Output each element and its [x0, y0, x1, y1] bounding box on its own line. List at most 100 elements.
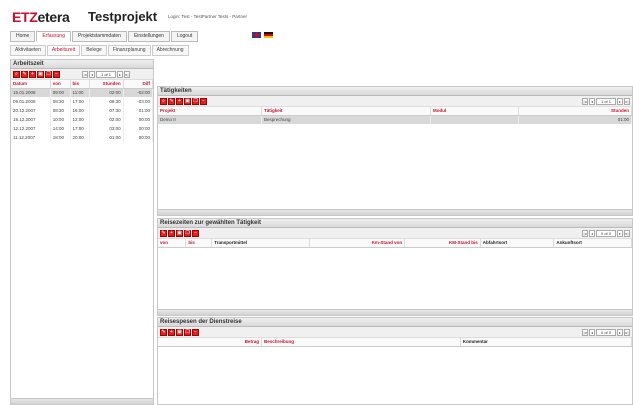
tab-arbeitszeit[interactable]: Arbeitszeit: [46, 45, 81, 56]
arbeitszeit-title: Arbeitszeit: [11, 60, 153, 69]
prev-page-icon[interactable]: ◂: [589, 98, 595, 105]
first-page-icon[interactable]: |◂: [82, 71, 88, 78]
last-page-icon[interactable]: ▸|: [624, 230, 630, 237]
edit-icon[interactable]: ✎: [21, 71, 28, 78]
col-transportmittel[interactable]: Transportmittel: [211, 239, 310, 248]
last-page-icon[interactable]: ▸|: [624, 329, 630, 336]
page-indicator[interactable]: 0 of 0: [596, 230, 616, 237]
table-row[interactable]: 12.12.2007 14:00 17:00 03:00 00:00: [11, 124, 153, 133]
search-icon[interactable]: ⌕: [13, 71, 20, 78]
col-bis[interactable]: bis: [185, 239, 213, 248]
edit-icon[interactable]: ✎: [168, 98, 175, 105]
col-abfahrtsort[interactable]: Abfahrtsort: [480, 239, 555, 248]
add-icon[interactable]: +: [168, 329, 175, 336]
nav-einstellungen[interactable]: Einstellungen: [127, 31, 170, 42]
col-von[interactable]: von: [50, 80, 71, 89]
save-icon[interactable]: ▣: [176, 329, 183, 336]
nav-erfassung[interactable]: Erfassung: [36, 31, 71, 42]
table-row[interactable]: 15.01.2008 09:00 11:00 02:00 -02:00: [11, 88, 153, 97]
german-flag-icon[interactable]: [264, 32, 273, 38]
project-title: Testprojekt: [88, 9, 158, 24]
prev-page-icon[interactable]: ◂: [589, 230, 595, 237]
reisezeiten-title: Reisezeiten zur gewählten Tätigkeit: [158, 219, 632, 228]
copy-icon[interactable]: ❐: [45, 71, 52, 78]
arbeitszeit-pager: |◂ ◂ 1 of 1 ▸ ▸|: [82, 71, 130, 78]
col-projekt[interactable]: Projekt: [158, 107, 262, 116]
taetigkeiten-pager: |◂ ◂ 1 of 1 ▸ ▸|: [582, 98, 630, 105]
nav-projektstammdaten[interactable]: Projektstammdaten: [71, 31, 127, 42]
reisezeiten-pager: |◂ ◂ 0 of 0 ▸ ▸|: [582, 230, 630, 237]
first-page-icon[interactable]: |◂: [582, 98, 588, 105]
taetigkeiten-toolbar: ⌕ ✎ + ▣ ❐ − |◂ ◂ 1 of 1 ▸ ▸|: [158, 96, 632, 107]
col-km-stand-bis[interactable]: KM-Stand bis: [404, 239, 481, 248]
col-beschreibung[interactable]: Beschreibung: [261, 338, 461, 347]
taetigkeiten-table: Projekt Tätigkeit Modul Stunden Demo II B…: [158, 107, 632, 124]
col-ankunftsort[interactable]: Ankunftsort: [553, 239, 632, 248]
next-page-icon[interactable]: ▸: [617, 329, 623, 336]
col-bis[interactable]: bis: [70, 80, 91, 89]
next-page-icon[interactable]: ▸: [617, 230, 623, 237]
col-datum[interactable]: Datum: [11, 80, 51, 89]
add-icon[interactable]: +: [168, 230, 175, 237]
save-icon[interactable]: ▣: [184, 98, 191, 105]
arbeitszeit-panel: Arbeitszeit ⌕ ✎ + ▣ ❐ − |◂ ◂ 1 of 1 ▸ ▸|…: [10, 59, 154, 405]
table-row[interactable]: Demo II Besprechung 01:00: [158, 115, 632, 124]
table-row[interactable]: 19.12.2007 10:00 12:00 02:00 00:00: [11, 115, 153, 124]
first-page-icon[interactable]: |◂: [582, 230, 588, 237]
reisespesen-title: Reisespesen der Dienstreise: [158, 318, 632, 327]
delete-icon[interactable]: −: [192, 230, 199, 237]
col-diff[interactable]: Diff: [123, 80, 153, 89]
page-indicator[interactable]: 1 of 1: [596, 98, 616, 105]
reisespesen-pager: |◂ ◂ 0 of 0 ▸ ▸|: [582, 329, 630, 336]
last-page-icon[interactable]: ▸|: [624, 98, 630, 105]
delete-icon[interactable]: −: [53, 71, 60, 78]
taetigkeiten-panel: Tätigkeiten ⌕ ✎ + ▣ ❐ − |◂ ◂ 1 of 1 ▸ ▸|…: [157, 86, 633, 216]
page-indicator[interactable]: 1 of 1: [96, 71, 116, 78]
nav-home[interactable]: Home: [10, 31, 36, 42]
col-taetigkeit[interactable]: Tätigkeit: [261, 107, 432, 116]
tab-finanzplanung[interactable]: Finanzplanung: [107, 45, 151, 56]
search-icon[interactable]: ⌕: [160, 98, 167, 105]
app-header: ETZetera Testprojekt Login: Test - TestP…: [0, 0, 633, 28]
reisezeiten-panel: Reisezeiten zur gewählten Tätigkeit ✎ + …: [157, 218, 633, 316]
delete-icon[interactable]: −: [200, 98, 207, 105]
next-page-icon[interactable]: ▸: [117, 71, 123, 78]
save-icon[interactable]: ▣: [176, 230, 183, 237]
col-von[interactable]: von: [158, 239, 187, 248]
nav-logout[interactable]: Logout: [170, 31, 199, 42]
copy-icon[interactable]: ❐: [184, 329, 191, 336]
col-km-stand-von[interactable]: Km-Stand von: [309, 239, 406, 248]
table-row[interactable]: 09.01.2008 08:30 17:00 08:30 -03:00: [11, 97, 153, 106]
panel-footer: [158, 309, 632, 315]
tab-abrechnung[interactable]: Abrechnung: [151, 45, 189, 56]
add-icon[interactable]: +: [176, 98, 183, 105]
table-row[interactable]: 11.12.2007 18:00 20:00 01:00 00:00: [11, 133, 153, 142]
edit-icon[interactable]: ✎: [160, 230, 167, 237]
save-icon[interactable]: ▣: [37, 71, 44, 78]
add-icon[interactable]: +: [29, 71, 36, 78]
delete-icon[interactable]: −: [192, 329, 199, 336]
table-row[interactable]: 20.12.2007 08:30 16:00 07:30 01:00: [11, 106, 153, 115]
panel-footer: [11, 398, 153, 404]
page-indicator[interactable]: 0 of 0: [596, 329, 616, 336]
login-info: Login: Test - TestPartner Tests - Partne…: [168, 14, 248, 19]
arbeitszeit-toolbar: ⌕ ✎ + ▣ ❐ − |◂ ◂ 1 of 1 ▸ ▸|: [11, 69, 153, 80]
col-kommentar[interactable]: Kommentar: [460, 338, 632, 347]
english-flag-icon[interactable]: [252, 32, 261, 38]
next-page-icon[interactable]: ▸: [617, 98, 623, 105]
first-page-icon[interactable]: |◂: [582, 329, 588, 336]
col-modul[interactable]: Modul: [430, 107, 519, 116]
prev-page-icon[interactable]: ◂: [589, 329, 595, 336]
language-flags: [252, 32, 273, 38]
col-betrag[interactable]: Betrag: [158, 338, 262, 347]
edit-icon[interactable]: ✎: [160, 329, 167, 336]
sub-navigation: Aktivitaeten Arbeitszeit Belege Finanzpl…: [10, 45, 189, 56]
col-stunden[interactable]: Stunden: [89, 80, 124, 89]
prev-page-icon[interactable]: ◂: [89, 71, 95, 78]
copy-icon[interactable]: ❐: [184, 230, 191, 237]
copy-icon[interactable]: ❐: [192, 98, 199, 105]
tab-aktivitaeten[interactable]: Aktivitaeten: [10, 45, 46, 56]
last-page-icon[interactable]: ▸|: [124, 71, 130, 78]
tab-belege[interactable]: Belege: [81, 45, 107, 56]
col-stunden[interactable]: Stunden: [518, 107, 632, 116]
